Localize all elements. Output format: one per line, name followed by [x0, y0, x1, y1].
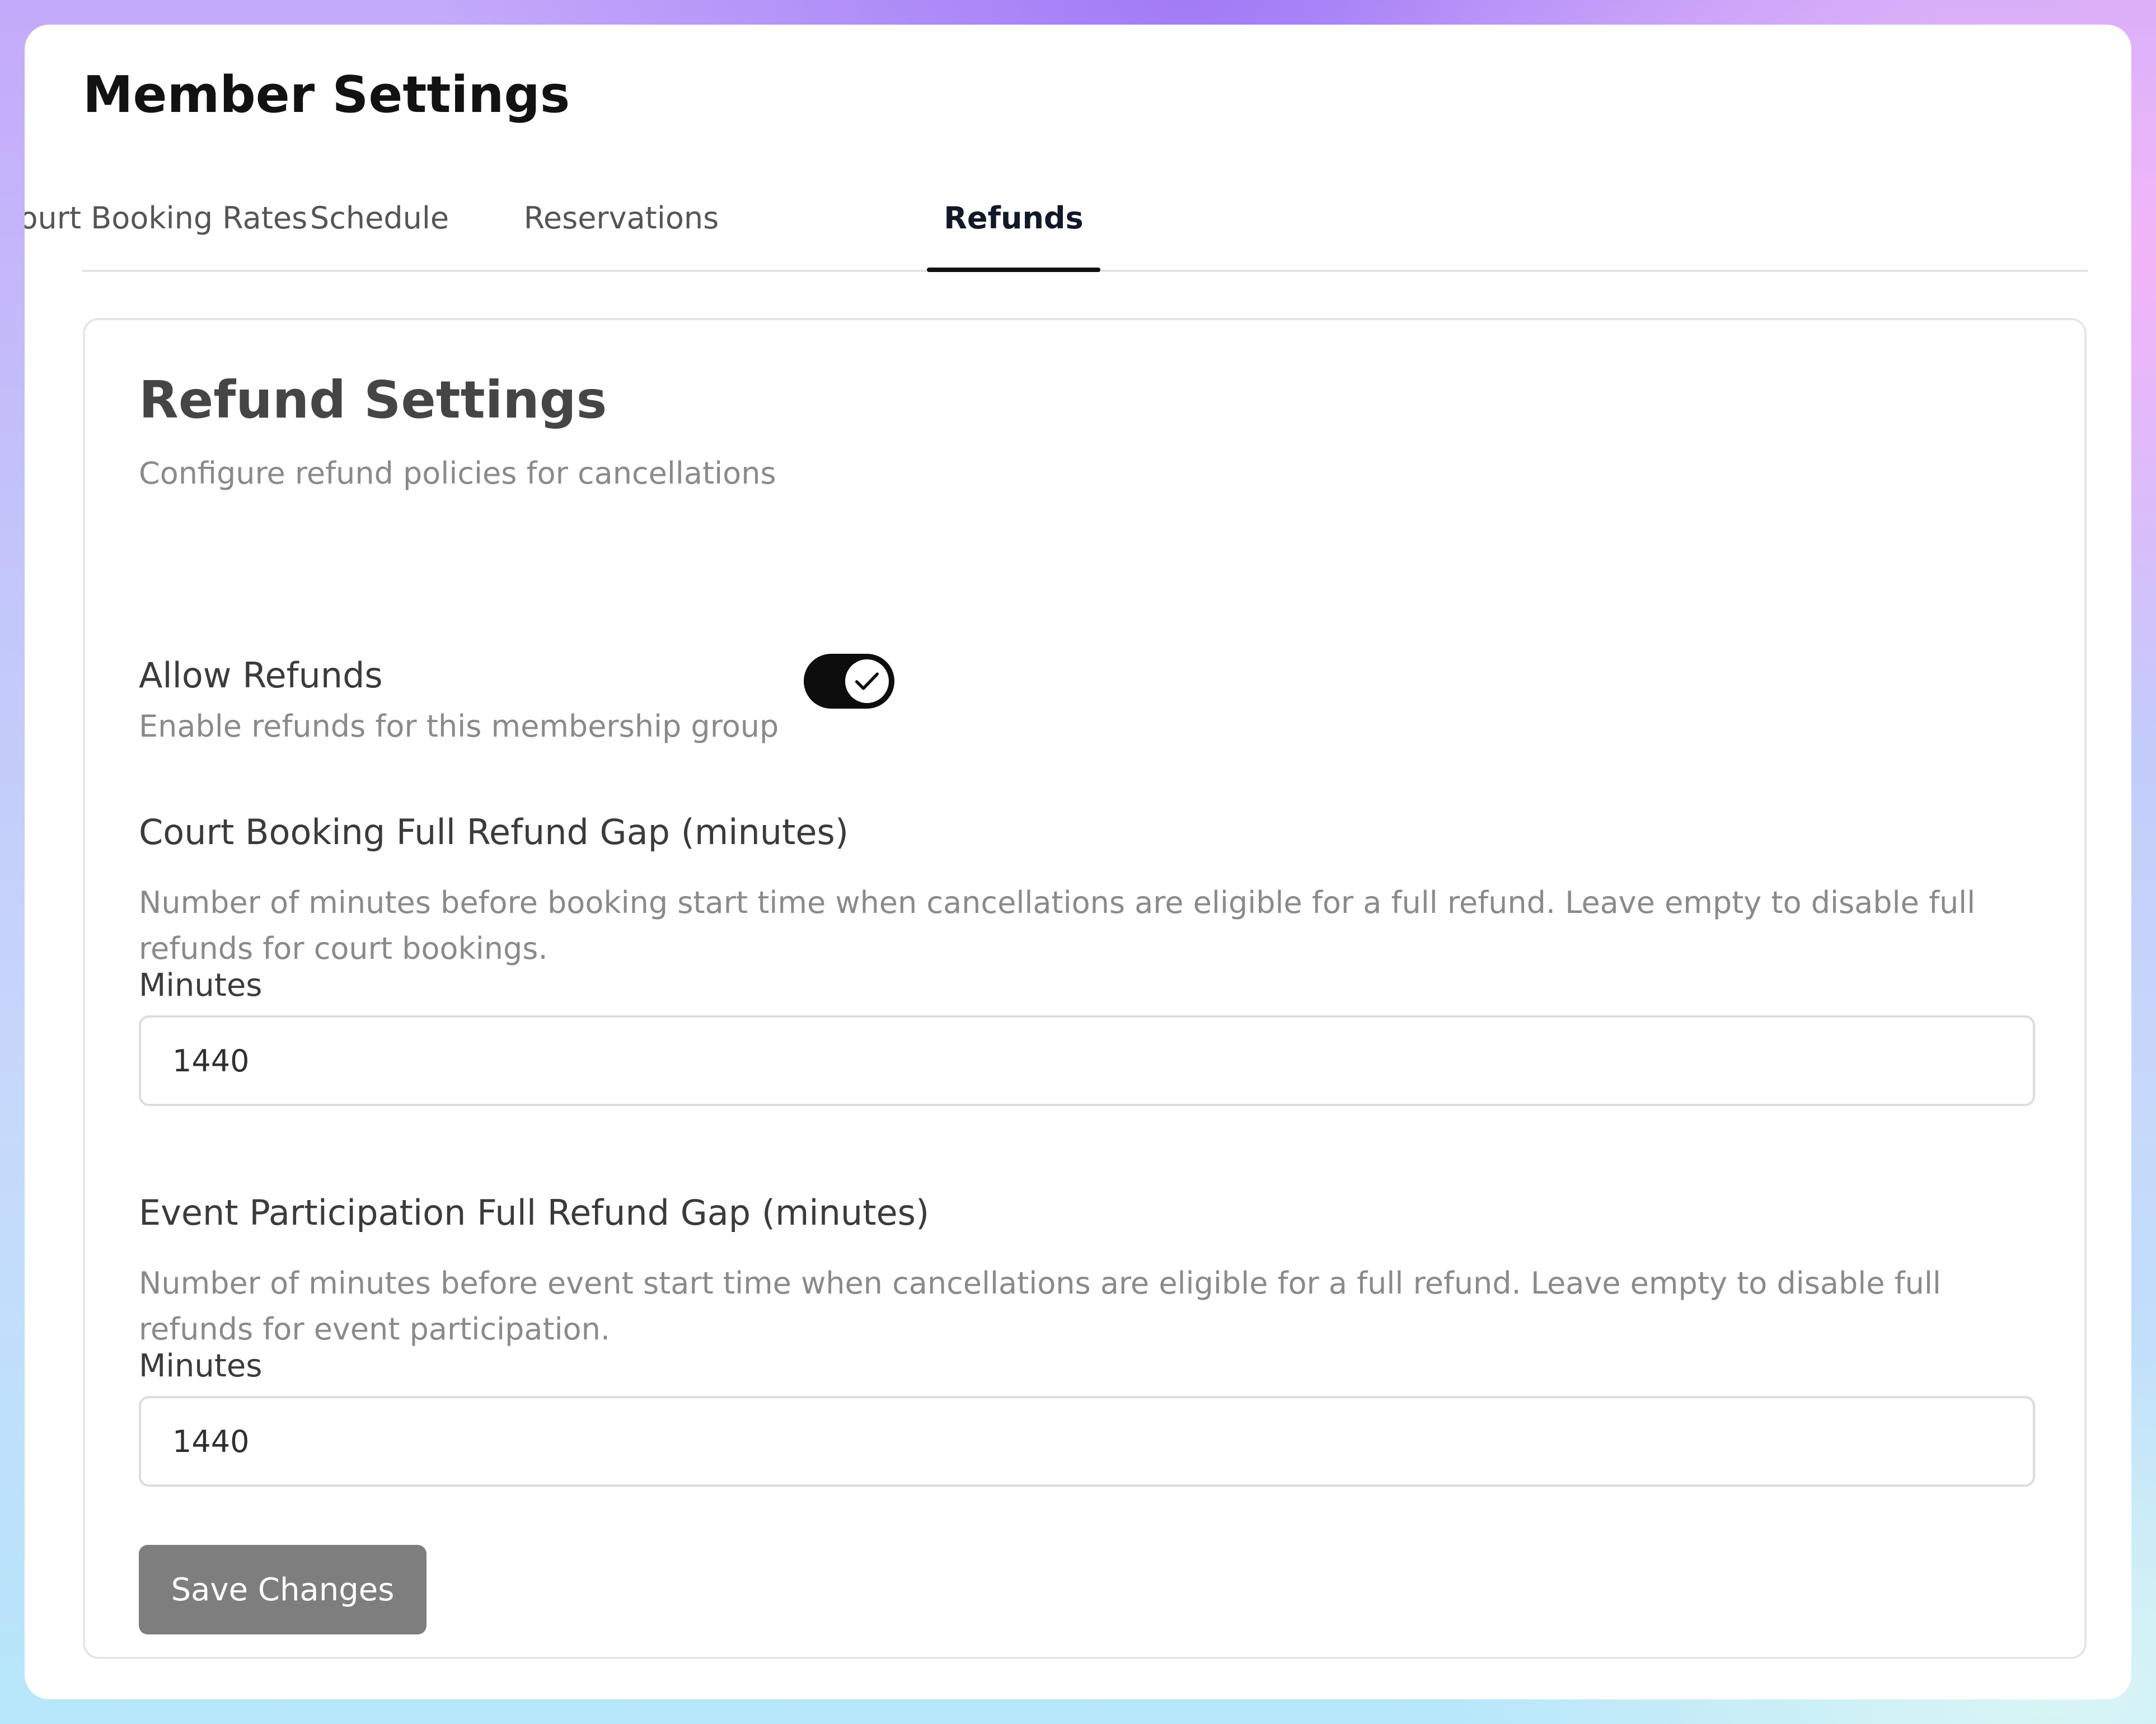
- tab-bar: Court Booking Rates Schedule Reservation…: [25, 166, 2088, 272]
- page-title: Member Settings: [83, 65, 570, 124]
- refund-settings-card: Refund Settings Configure refund policie…: [83, 318, 2087, 1659]
- card-subtitle: Configure refund policies for cancellati…: [139, 456, 776, 491]
- court-booking-minutes-input[interactable]: [139, 1015, 2035, 1106]
- toggle-knob: [845, 659, 889, 703]
- event-participation-minutes-input[interactable]: [139, 1396, 2035, 1487]
- card-title: Refund Settings: [139, 370, 607, 430]
- allow-refunds-description: Enable refunds for this membership group: [139, 709, 779, 744]
- tab-refunds[interactable]: Refunds: [927, 166, 1100, 272]
- court-booking-gap-description: Number of minutes before booking start t…: [139, 885, 1976, 966]
- save-changes-button[interactable]: Save Changes: [139, 1545, 426, 1634]
- court-booking-gap-title: Court Booking Full Refund Gap (minutes): [139, 812, 849, 852]
- event-participation-gap-description: Number of minutes before event start tim…: [139, 1266, 1941, 1347]
- check-icon: [855, 672, 879, 690]
- event-participation-gap-title: Event Participation Full Refund Gap (min…: [139, 1192, 930, 1233]
- allow-refunds-toggle[interactable]: [804, 654, 894, 709]
- tab-schedule[interactable]: Schedule: [278, 166, 481, 270]
- court-booking-minutes-label: Minutes: [139, 967, 263, 1004]
- settings-window: Member Settings Court Booking Rates Sche…: [25, 25, 2131, 1699]
- tab-court-booking-rates[interactable]: Court Booking Rates: [25, 166, 307, 270]
- event-participation-minutes-label: Minutes: [139, 1348, 263, 1384]
- tab-reservations[interactable]: Reservations: [505, 166, 738, 270]
- allow-refunds-label: Allow Refunds: [139, 655, 383, 696]
